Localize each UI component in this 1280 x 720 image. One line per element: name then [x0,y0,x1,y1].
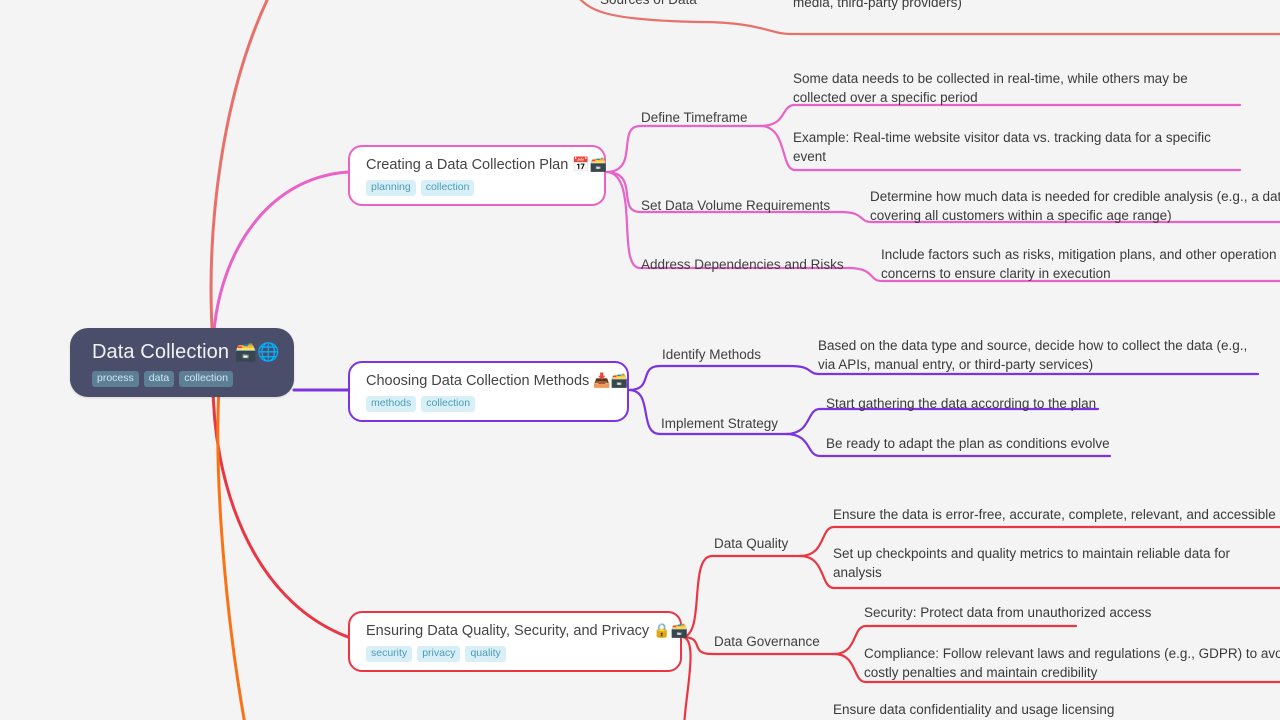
sublabel-sources-of-data[interactable]: Sources of Data [600,0,697,9]
node-methods-title: Choosing Data Collection Methods 📥🗃️ [366,372,628,390]
leaf-dg-compliance[interactable]: Compliance: Follow relevant laws and reg… [864,644,1280,682]
edge-sources-leaf [698,20,1280,36]
node-ensuring-data-quality-security-and-privacy[interactable]: Ensuring Data Quality, Security, and Pri… [348,611,688,673]
sublabel-set-data-volume-requirements[interactable]: Set Data Volume Requirements [641,197,830,215]
tag-privacy[interactable]: privacy [417,646,461,663]
leaf-dg-security[interactable]: Security: Protect data from unauthorized… [864,603,1280,622]
tag-process[interactable]: process [92,371,139,388]
leaf-identify-based-on-type[interactable]: Based on the data type and source, decid… [818,336,1268,374]
edge-plan-spine [604,124,642,270]
sublabel-data-quality[interactable]: Data Quality [714,535,788,553]
leaf-implement-be-ready[interactable]: Be ready to adapt the plan as conditions… [826,434,1246,453]
tag-collection[interactable]: collection [420,180,475,197]
node-plan-title: Creating a Data Collection Plan 📅🗃️ [366,156,607,174]
tag-collection[interactable]: collection [179,371,233,388]
leaf-implement-start-gathering[interactable]: Start gathering the data according to th… [826,394,1246,413]
node-creating-a-data-collection-plan[interactable]: Creating a Data Collection Plan 📅🗃️ plan… [348,145,607,207]
edge-quality-spine [680,554,714,720]
leaf-timeframe-realtime[interactable]: Some data needs to be collected in real-… [793,69,1213,107]
root-node-tags: process data collection [92,371,278,388]
edge-root-plan [211,170,350,350]
root-node-title: Data Collection 🗃️🌐 [92,340,280,364]
inbox-tray-and-card-file-box-icon: 📥🗃️ [593,372,629,388]
tag-security[interactable]: security [366,646,413,663]
tag-data[interactable]: data [143,371,175,388]
node-choosing-data-collection-methods[interactable]: Choosing Data Collection Methods 📥🗃️ met… [348,361,629,423]
node-methods-tags: methods collection [366,396,613,413]
node-plan-tags: planning collection [366,180,590,197]
edge-timeframe-leaf1 [758,103,1242,128]
node-quality-label: Ensuring Data Quality, Security, and Pri… [366,623,650,639]
node-quality-title: Ensuring Data Quality, Security, and Pri… [366,622,688,640]
card-file-box-and-globe-icon: 🗃️🌐 [234,342,280,362]
sublabel-implement-strategy[interactable]: Implement Strategy [661,415,778,433]
root-node[interactable]: Data Collection 🗃️🌐 process data collect… [70,328,294,398]
sublabel-address-dependencies-and-risks[interactable]: Address Dependencies and Risks [641,256,844,274]
leaf-dq-checkpoints[interactable]: Set up checkpoints and quality metrics t… [833,544,1258,582]
leaf-dq-error-free[interactable]: Ensure the data is error-free, accurate,… [833,505,1280,524]
edge-root-orange [216,386,246,720]
mindmap-canvas[interactable]: Data Collection 🗃️🌐 process data collect… [0,0,1280,720]
leaf-dg-confidentiality[interactable]: Ensure data confidentiality and usage li… [833,700,1273,719]
sublabel-data-governance[interactable]: Data Governance [714,633,820,651]
edge-root-sources [209,0,269,347]
tag-collection[interactable]: collection [421,396,476,413]
tag-planning[interactable]: planning [366,180,416,197]
calendar-and-card-file-box-icon: 📅🗃️ [572,156,608,172]
root-node-label: Data Collection [92,341,230,363]
sublabel-identify-methods[interactable]: Identify Methods [662,346,761,364]
node-plan-label: Creating a Data Collection Plan [366,157,569,173]
tag-quality[interactable]: quality [465,646,506,663]
edge-methods-spine [627,364,662,436]
leaf-deps-include-factors[interactable]: Include factors such as risks, mitigatio… [881,245,1280,283]
leaf-timeframe-example[interactable]: Example: Real-time website visitor data … [793,128,1243,166]
node-quality-tags: security privacy quality [366,646,666,663]
leaf-volume-determine[interactable]: Determine how much data is needed for cr… [870,187,1280,225]
node-methods-label: Choosing Data Collection Methods [366,373,590,389]
sublabel-define-timeframe[interactable]: Define Timeframe [641,109,748,127]
edge-root-quality [211,376,350,639]
tag-methods[interactable]: methods [366,396,417,413]
lock-and-card-file-box-icon: 🔒🗃️ [653,622,689,638]
leaf-sources-media-third-party[interactable]: media, third-party providers) [793,0,1280,12]
